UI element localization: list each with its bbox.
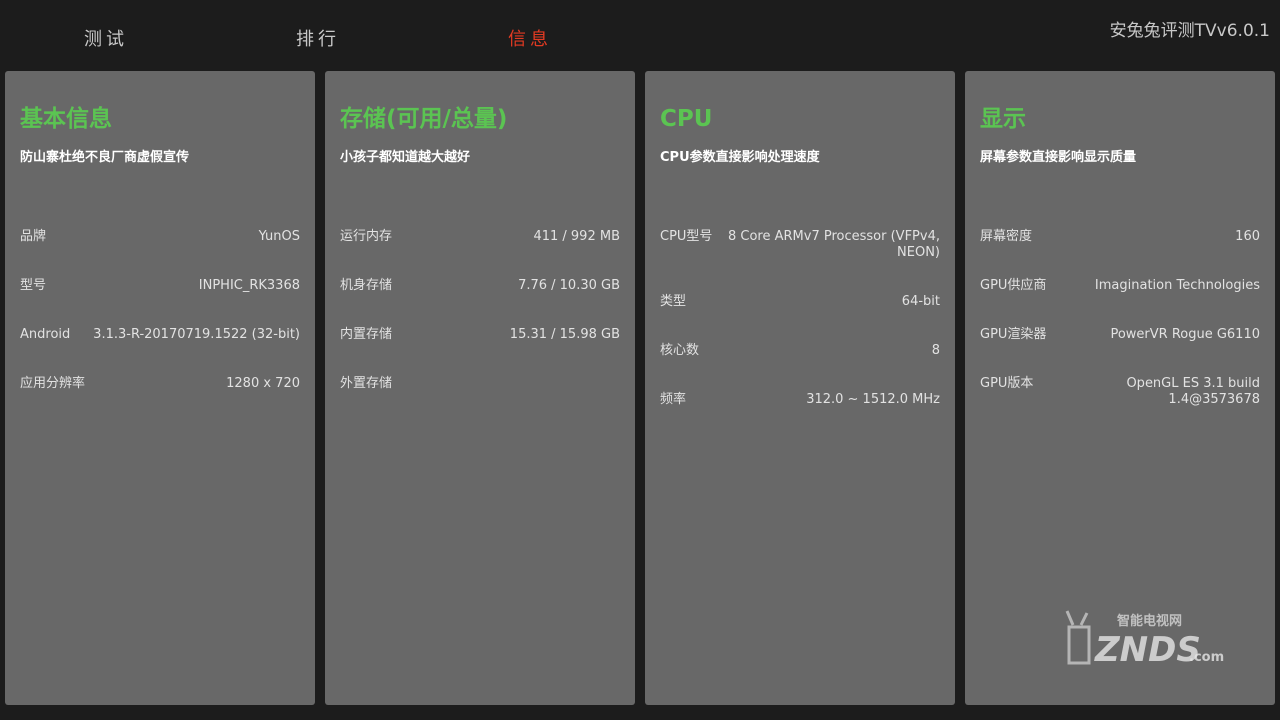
top-bar: 测试 排行 信息 安兔兔评测TVv6.0.1 — [0, 0, 1280, 72]
info-value: INPHIC_RK3368 — [198, 278, 300, 293]
info-row-internal-storage: 内置存储 15.31 / 15.98 GB — [340, 327, 620, 343]
panel-display: 显示 屏幕参数直接影响显示质量 屏幕密度 160 GPU供应商 Imaginat… — [965, 71, 1275, 705]
tab-test[interactable]: 测试 — [84, 28, 128, 52]
info-key: 外置存储 — [340, 376, 393, 391]
panel-title: 存储(可用/总量) — [340, 106, 508, 132]
info-row-device-storage: 机身存储 7.76 / 10.30 GB — [340, 278, 620, 294]
info-key: 机身存储 — [340, 278, 393, 293]
info-key: 品牌 — [20, 229, 47, 244]
info-list: CPU型号 8 Core ARMv7 Processor (VFPv4, NEO… — [660, 229, 940, 441]
info-row-ram: 运行内存 411 / 992 MB — [340, 229, 620, 245]
info-value: 411 / 992 MB — [533, 229, 620, 244]
tab-info[interactable]: 信息 — [508, 28, 552, 52]
info-value: 8 Core ARMv7 Processor (VFPv4, NEON) — [728, 229, 940, 260]
info-list: 运行内存 411 / 992 MB 机身存储 7.76 / 10.30 GB 内… — [340, 229, 620, 425]
znds-watermark-logo: 智能电视网 ZNDS .com — [1065, 610, 1224, 670]
info-key: 频率 — [660, 392, 687, 407]
info-value: OpenGL ES 3.1 build 1.4@3573678 — [1126, 376, 1260, 407]
panel-subtitle: 屏幕参数直接影响显示质量 — [980, 150, 1137, 165]
info-list: 屏幕密度 160 GPU供应商 Imagination Technologies… — [980, 229, 1260, 441]
tv-icon — [1067, 625, 1091, 665]
info-value: 1280 x 720 — [226, 376, 300, 391]
info-row-cpu-cores: 核心数 8 — [660, 343, 940, 359]
info-key: 应用分辨率 — [20, 376, 86, 391]
info-row-screen-density: 屏幕密度 160 — [980, 229, 1260, 245]
info-value: 8 — [931, 343, 940, 358]
panel-subtitle: CPU参数直接影响处理速度 — [660, 150, 820, 165]
info-row-cpu-frequency: 频率 312.0 ~ 1512.0 MHz — [660, 392, 940, 408]
info-key: 核心数 — [660, 343, 700, 358]
info-key: 内置存储 — [340, 327, 393, 342]
info-panels: 基本信息 防山寨杜绝不良厂商虚假宣传 品牌 YunOS 型号 INPHIC_RK… — [5, 71, 1275, 705]
info-row-android: Android 3.1.3-R-20170719.1522 (32-bit) — [20, 327, 300, 343]
watermark-top-text: 智能电视网 — [1117, 613, 1182, 629]
info-value: 312.0 ~ 1512.0 MHz — [806, 392, 940, 407]
panel-cpu: CPU CPU参数直接影响处理速度 CPU型号 8 Core ARMv7 Pro… — [645, 71, 955, 705]
info-key: GPU供应商 — [980, 278, 1047, 293]
panel-basic-info: 基本信息 防山寨杜绝不良厂商虚假宣传 品牌 YunOS 型号 INPHIC_RK… — [5, 71, 315, 705]
panel-subtitle: 防山寨杜绝不良厂商虚假宣传 — [20, 150, 190, 165]
app-title: 安兔兔评测TVv6.0.1 — [1109, 21, 1270, 41]
info-key: CPU型号 — [660, 229, 713, 244]
info-value: YunOS — [258, 229, 300, 244]
info-row-gpu-renderer: GPU渲染器 PowerVR Rogue G6110 — [980, 327, 1260, 343]
info-value: 3.1.3-R-20170719.1522 (32-bit) — [93, 327, 300, 342]
info-key: 型号 — [20, 278, 47, 293]
info-key: 运行内存 — [340, 229, 393, 244]
info-row-external-storage: 外置存储 — [340, 376, 620, 392]
info-value: 15.31 / 15.98 GB — [509, 327, 620, 342]
info-value: 7.76 / 10.30 GB — [518, 278, 620, 293]
info-value: Imagination Technologies — [1094, 278, 1260, 293]
info-value: 160 — [1235, 229, 1260, 244]
info-row-cpu-model: CPU型号 8 Core ARMv7 Processor (VFPv4, NEO… — [660, 229, 940, 261]
info-row-gpu-vendor: GPU供应商 Imagination Technologies — [980, 278, 1260, 294]
info-key: GPU版本 — [980, 376, 1034, 391]
info-row-brand: 品牌 YunOS — [20, 229, 300, 245]
tab-ranking[interactable]: 排行 — [296, 28, 340, 52]
info-row-cpu-type: 类型 64-bit — [660, 294, 940, 310]
info-key: 屏幕密度 — [980, 229, 1033, 244]
info-list: 品牌 YunOS 型号 INPHIC_RK3368 Android 3.1.3-… — [20, 229, 300, 425]
info-key: 类型 — [660, 294, 687, 309]
panel-storage: 存储(可用/总量) 小孩子都知道越大越好 运行内存 411 / 992 MB 机… — [325, 71, 635, 705]
watermark-suffix: .com — [1189, 650, 1224, 665]
panel-subtitle: 小孩子都知道越大越好 — [340, 150, 471, 165]
panel-title: 显示 — [980, 106, 1026, 132]
info-row-gpu-version: GPU版本 OpenGL ES 3.1 build 1.4@3573678 — [980, 376, 1260, 408]
info-key: GPU渲染器 — [980, 327, 1047, 342]
info-row-resolution: 应用分辨率 1280 x 720 — [20, 376, 300, 392]
panel-title: CPU — [660, 106, 713, 132]
info-value: PowerVR Rogue G6110 — [1110, 327, 1260, 342]
panel-title: 基本信息 — [20, 106, 112, 132]
watermark-brand: ZNDS — [1094, 630, 1201, 670]
info-key: Android — [20, 327, 71, 342]
info-row-model: 型号 INPHIC_RK3368 — [20, 278, 300, 294]
info-value: 64-bit — [901, 294, 940, 309]
